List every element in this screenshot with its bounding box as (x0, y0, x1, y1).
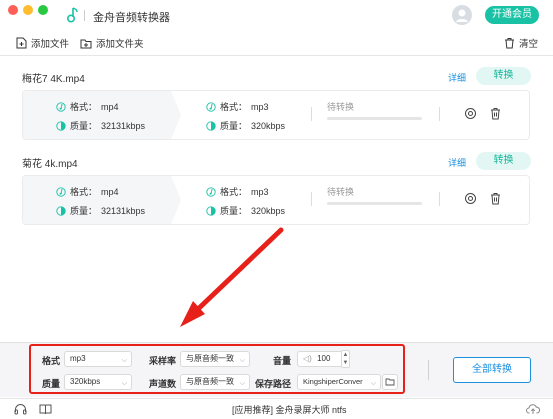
divider (439, 192, 440, 206)
chevron-down-icon: ⌵ (368, 377, 376, 389)
detail-link[interactable]: 详细 (448, 156, 466, 169)
maximize-window-button[interactable] (38, 5, 48, 15)
folder-icon (385, 378, 395, 386)
user-avatar-icon[interactable] (452, 5, 472, 25)
source-format: 格式： mp4 (56, 185, 119, 198)
convert-button[interactable]: 转换 (476, 152, 531, 170)
status-text: 待转换 (327, 187, 355, 197)
minimize-window-button[interactable] (23, 5, 33, 15)
status-text: 待转换 (327, 102, 355, 112)
chevron-down-icon: ⌵ (121, 357, 127, 364)
file-card: 格式： mp4 质量： 32131kbps 格式： mp3 质量： 320kbps 待转… (22, 90, 530, 140)
source-quality: 质量： 32131kbps (56, 119, 145, 132)
quality-select[interactable]: 320kbps ⌵ (64, 374, 132, 390)
channels-label: 声道数 (149, 379, 177, 389)
format-icon (206, 101, 216, 112)
output-settings-panel: 格式 mp3 ⌵ 质量 320kbps ⌵ 采样率 与原音频一致 ⌵ 声道数 与原音频… (0, 342, 553, 397)
quality-icon (56, 120, 66, 131)
divider (311, 192, 312, 206)
divider (439, 107, 440, 121)
title-divider (84, 10, 85, 21)
channels-select[interactable]: 与原音频一致 ⌵ (180, 374, 250, 390)
trash-icon (505, 38, 514, 49)
settings-gear-icon[interactable] (464, 192, 477, 205)
file-name: 菊花 4k.mp4 (22, 159, 78, 170)
browse-folder-button[interactable] (382, 374, 398, 390)
detail-link[interactable]: 详细 (448, 71, 466, 84)
clear-label: 清空 (519, 39, 539, 50)
book-icon[interactable] (39, 403, 52, 415)
target-format: 格式： mp3 (206, 100, 269, 113)
add-folder-icon (80, 39, 92, 48)
target-quality: 质量： 320kbps (206, 119, 285, 132)
format-label: 格式 (42, 356, 61, 366)
file-header: 菊花 4k.mp4 详细 转换 (0, 152, 553, 172)
clear-button[interactable]: 清空 (504, 36, 538, 50)
file-header: 梅花7 4K.mp4 详细 转换 (0, 67, 553, 87)
add-folder-button[interactable]: 添加文件夹 (80, 36, 144, 50)
convert-button[interactable]: 转换 (476, 67, 531, 85)
divider (428, 360, 429, 380)
save-path-select[interactable]: KingshiperConver ⌵ (297, 374, 381, 390)
open-vip-button[interactable]: 开通会员 (485, 6, 539, 24)
samplerate-select[interactable]: 与原音频一致 ⌵ (180, 351, 250, 367)
file-list: 梅花7 4K.mp4 详细 转换 格式： mp4 质量： 32131kbps 格式：… (0, 57, 553, 340)
convert-all-button[interactable]: 全部转换 (453, 357, 531, 383)
close-window-button[interactable] (8, 5, 18, 15)
music-note-logo-icon (66, 7, 78, 23)
delete-icon[interactable] (489, 107, 502, 120)
delete-icon[interactable] (489, 192, 502, 205)
settings-gear-icon[interactable] (464, 107, 477, 120)
quality-icon (206, 205, 216, 216)
progress-bar (327, 202, 422, 205)
save-path-label: 保存路径 (255, 379, 292, 389)
add-folder-label: 添加文件夹 (96, 39, 144, 50)
target-quality: 质量： 320kbps (206, 204, 285, 217)
format-icon (206, 186, 216, 197)
divider (311, 107, 312, 121)
quality-label: 质量 (42, 379, 61, 389)
title-bar: 金舟音频转换器 开通会员 (0, 0, 553, 30)
chevron-down-icon: ⌵ (121, 380, 127, 387)
source-quality: 质量： 32131kbps (56, 204, 145, 217)
format-icon (56, 186, 66, 197)
format-select[interactable]: mp3 ⌵ (64, 351, 132, 367)
quality-icon (56, 205, 66, 216)
quality-icon (206, 120, 216, 131)
volume-field[interactable]: ◁) 100 (297, 351, 343, 367)
file-name: 梅花7 4K.mp4 (22, 74, 85, 85)
add-file-button[interactable]: 添加文件 (16, 36, 69, 50)
target-format: 格式： mp3 (206, 185, 269, 198)
app-recommendation[interactable]: [应用推荐] 金舟录屏大师 ntfs (232, 403, 347, 416)
app-title: 金舟音频转换器 (93, 12, 170, 24)
status-bar: [应用推荐] 金舟录屏大师 ntfs (0, 398, 553, 419)
source-format: 格式： mp4 (56, 100, 119, 113)
chevron-down-icon: ⌵ (239, 357, 245, 364)
speaker-icon: ◁) (303, 354, 312, 363)
volume-label: 音量 (273, 356, 292, 366)
chevron-down-icon: ⌵ (239, 380, 245, 387)
add-file-icon (16, 37, 27, 49)
format-icon (56, 101, 66, 112)
samplerate-label: 采样率 (149, 356, 177, 366)
add-file-label: 添加文件 (31, 39, 70, 50)
cloud-upload-icon[interactable] (526, 403, 540, 415)
progress-bar (327, 117, 422, 120)
toolbar: 添加文件 添加文件夹 清空 (0, 30, 553, 56)
volume-stepper[interactable]: ▲ ▼ (341, 350, 350, 368)
file-card: 格式： mp4 质量： 32131kbps 格式： mp3 质量： 320kbps 待转… (22, 175, 530, 225)
headphones-icon[interactable] (14, 403, 27, 415)
